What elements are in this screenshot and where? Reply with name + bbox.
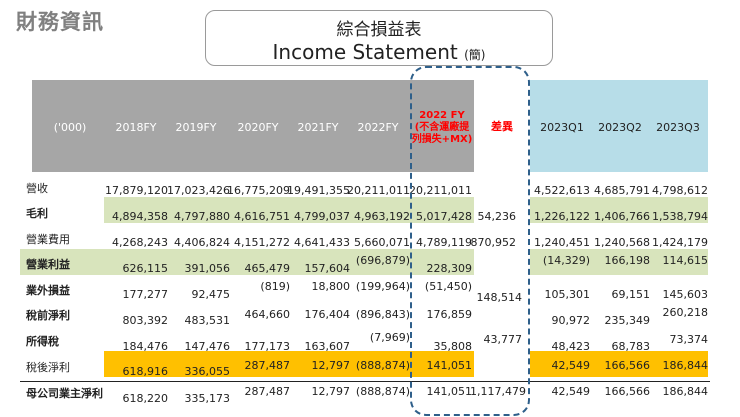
table-cell: 4,268,243 (112, 236, 168, 249)
table-cell: 1,424,179 (652, 236, 708, 249)
row-label-parent-net-income: 母公司業主淨利 (26, 387, 103, 400)
table-cell: 4,151,272 (234, 236, 290, 249)
table-cell: 1,538,794 (652, 210, 708, 223)
table-cell: 114,615 (662, 254, 709, 267)
table-cell: (7,969) (369, 331, 410, 344)
row-label-net-income: 稅後淨利 (26, 361, 70, 374)
table-cell: 336,055 (184, 365, 231, 378)
table-cell: 4,799,037 (294, 210, 350, 223)
section-title: 財務資訊 (16, 10, 104, 34)
table-cell: (888,874) (355, 359, 410, 372)
table-cell: 618,220 (122, 392, 169, 405)
table-cell: 90,972 (551, 314, 591, 327)
table-cell: 20,211,011 (347, 184, 410, 197)
table-cell: 18,800 (311, 280, 351, 293)
table-cell: 92,475 (191, 288, 231, 301)
table-cell: 1,240,568 (594, 236, 650, 249)
table-cell: 1,226,122 (534, 210, 590, 223)
table-cell: 1,406,766 (594, 210, 650, 223)
table-cell: 260,218 (662, 306, 709, 319)
table-cell: (888,874) (355, 385, 410, 398)
table-cell: 465,479 (244, 262, 291, 275)
table-cell: 176,404 (304, 308, 351, 321)
table-cell: (199,964) (355, 280, 410, 293)
row-label-non-operating: 業外損益 (26, 284, 70, 297)
table-cell: 12,797 (311, 385, 351, 398)
table-cell: 186,844 (662, 385, 709, 398)
table-cell: 5,660,071 (354, 236, 410, 249)
table-cell: 42,549 (551, 359, 591, 372)
table-cell: 287,487 (244, 385, 291, 398)
header-unit: ('000) (53, 121, 87, 134)
row-label-revenue: 營收 (26, 182, 48, 195)
table-cell: 4,797,880 (174, 210, 230, 223)
row-label-pretax-income: 稅前淨利 (26, 309, 70, 322)
row-label-gross-profit: 毛利 (26, 207, 48, 220)
statement-title-en: Income Statement (簡) (206, 40, 552, 67)
header-2019fy: 2019FY (175, 121, 217, 134)
total-separator-line (20, 381, 710, 382)
table-cell: 4,616,751 (234, 210, 290, 223)
row-label-operating-expenses: 營業費用 (26, 233, 70, 246)
table-cell: 48,423 (551, 340, 591, 353)
header-2020fy: 2020FY (237, 121, 279, 134)
statement-title-en-text: Income Statement (272, 40, 458, 64)
table-cell: 19,491,355 (287, 184, 350, 197)
table-cell: 626,115 (122, 262, 169, 275)
table-cell: (896,843) (355, 308, 410, 321)
table-cell: 68,783 (611, 340, 651, 353)
table-cell: 803,392 (122, 314, 169, 327)
row-label-operating-income: 營業利益 (26, 258, 70, 271)
table-cell: 157,604 (304, 262, 351, 275)
table-cell: 69,151 (611, 288, 651, 301)
table-cell: 163,607 (304, 340, 351, 353)
table-cell: 464,660 (244, 308, 291, 321)
table-cell: 235,349 (604, 314, 651, 327)
table-cell: 4,641,433 (294, 236, 350, 249)
table-cell: (14,329) (542, 254, 590, 267)
header-2023q1: 2023Q1 (540, 121, 584, 134)
table-cell: 42,549 (551, 385, 591, 398)
table-cell: 4,894,358 (112, 210, 168, 223)
header-2018fy: 2018FY (115, 121, 157, 134)
row-label-income-tax: 所得稅 (26, 335, 59, 348)
statement-title-en-suffix: (簡) (464, 48, 486, 62)
header-2023q3: 2023Q3 (656, 121, 700, 134)
table-cell: 4,798,612 (652, 184, 708, 197)
table-cell: 483,531 (184, 314, 231, 327)
table-cell: 287,487 (244, 359, 291, 372)
table-cell: 335,173 (184, 392, 231, 405)
table-cell: 186,844 (662, 359, 709, 372)
table-cell: 12,797 (311, 359, 351, 372)
table-cell: 391,056 (184, 262, 231, 275)
header-2022fy: 2022FY (357, 121, 399, 134)
table-cell: 73,374 (669, 333, 709, 346)
table-cell: 4,522,613 (534, 184, 590, 197)
table-cell: 166,566 (604, 359, 651, 372)
header-2023q2: 2023Q2 (598, 121, 642, 134)
table-cell: 4,685,791 (594, 184, 650, 197)
statement-title-box: 綜合損益表 Income Statement (簡) (205, 10, 553, 66)
statement-title-zh: 綜合損益表 (336, 20, 422, 40)
table-cell: 177,277 (122, 288, 169, 301)
table-cell: (696,879) (355, 254, 410, 267)
table-cell: 618,916 (122, 365, 169, 378)
adjusted-column-highlight (410, 66, 530, 416)
table-cell: 184,476 (122, 340, 169, 353)
table-cell: 17,879,120 (105, 184, 168, 197)
table-cell: 16,775,209 (227, 184, 290, 197)
table-cell: (819) (260, 280, 290, 293)
table-cell: 4,963,192 (354, 210, 410, 223)
table-cell: 4,406,824 (174, 236, 230, 249)
table-cell: 147,476 (184, 340, 231, 353)
table-cell: 166,198 (604, 254, 651, 267)
table-cell: 166,566 (604, 385, 651, 398)
table-cell: 177,173 (244, 340, 291, 353)
table-cell: 145,603 (662, 288, 709, 301)
table-cell: 17,023,426 (167, 184, 230, 197)
table-cell: 1,240,451 (534, 236, 590, 249)
header-2021fy: 2021FY (297, 121, 339, 134)
table-cell: 105,301 (544, 288, 591, 301)
